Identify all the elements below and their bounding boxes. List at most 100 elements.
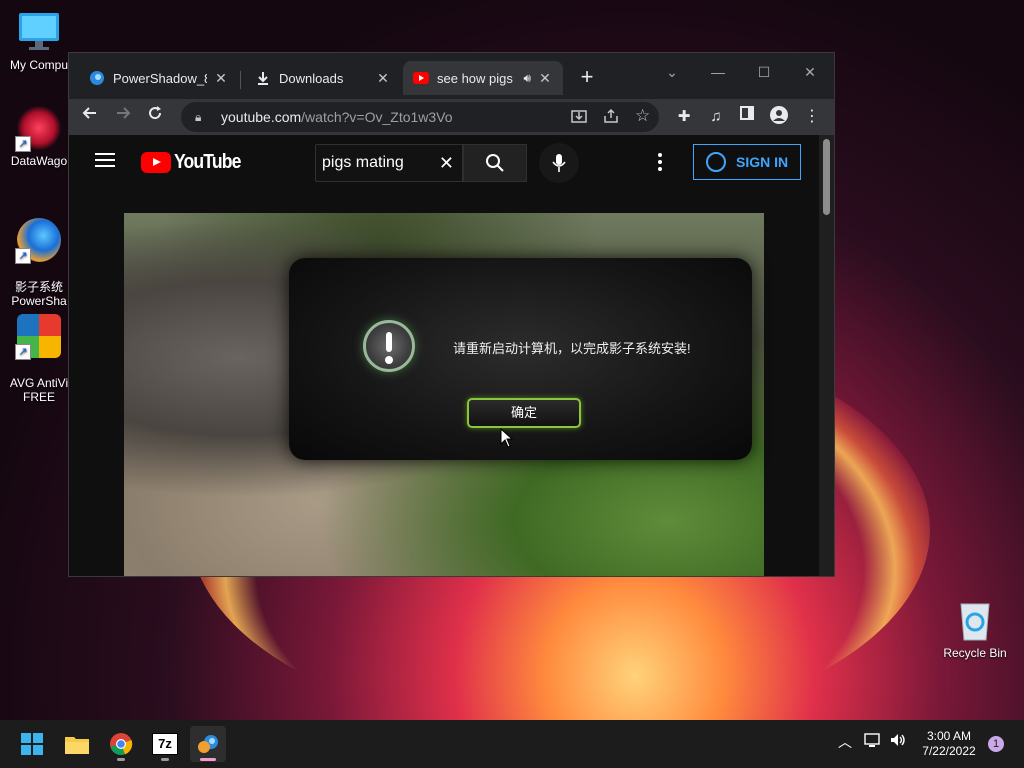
desktop-icon-label: My Compu <box>9 58 68 72</box>
page-scrollbar[interactable] <box>819 135 834 576</box>
shortcut-arrow-icon: ↗ <box>15 248 31 264</box>
youtube-icon <box>413 70 429 86</box>
search-input[interactable]: pigs mating ✕ <box>315 144 463 182</box>
restart-dialog: 请重新启动计算机，以完成影子系统安装! 确定 <box>289 258 752 460</box>
running-indicator <box>117 758 125 761</box>
maximize-button[interactable]: ☐ <box>749 59 779 85</box>
network-icon[interactable] <box>864 732 882 751</box>
desktop-icon-label: Recycle Bin <box>943 646 1007 660</box>
sign-in-label: SIGN IN <box>736 154 789 170</box>
chrome-icon <box>110 733 133 756</box>
speaker-icon[interactable]: 🔊︎ <box>523 71 531 86</box>
youtube-logo[interactable]: YouTube <box>141 151 250 174</box>
taskbar-chrome[interactable] <box>103 726 139 762</box>
shortcut-arrow-icon: ↗ <box>15 136 31 152</box>
share-icon[interactable] <box>603 108 619 127</box>
clear-search-icon[interactable]: ✕ <box>439 153 454 174</box>
settings-kebab-icon[interactable] <box>657 153 663 173</box>
clock-time: 3:00 AM <box>926 729 972 743</box>
clock-date: 7/22/2022 <box>922 744 976 758</box>
mouse-cursor-icon <box>500 428 514 448</box>
close-icon[interactable]: ✕ <box>537 70 553 87</box>
side-panel-icon[interactable] <box>734 105 760 129</box>
browser-toolbar: 🔒︎ youtube.com/watch?v=Ov_Zto1w3Vo ☆ ✚ ♫… <box>69 99 834 135</box>
search-input-value: pigs mating <box>322 154 404 171</box>
tab-youtube[interactable]: see how pigs 🔊︎ ✕ <box>403 61 563 95</box>
search-button[interactable] <box>463 144 527 182</box>
show-hidden-icons-chevron-icon[interactable]: ︿ <box>838 732 852 752</box>
forward-button[interactable] <box>110 105 136 129</box>
desktop-icon-label: DataWago <box>10 154 68 168</box>
notification-badge[interactable]: 1 <box>988 736 1004 752</box>
ok-button[interactable]: 确定 <box>467 398 581 428</box>
powershadow-icon <box>89 70 105 86</box>
desktop-icon-recycle-bin[interactable]: Recycle Bin <box>936 598 1014 660</box>
tab-downloads[interactable]: Downloads ✕ <box>245 61 401 95</box>
bookmark-star-icon[interactable]: ☆ <box>635 106 650 126</box>
media-control-icon[interactable]: ♫ <box>703 105 729 129</box>
lock-icon[interactable]: 🔒︎ <box>195 110 213 125</box>
search-icon <box>486 154 504 172</box>
hamburger-menu-icon[interactable] <box>95 153 115 167</box>
extensions-icon[interactable]: ✚ <box>671 105 697 129</box>
dialog-message: 请重新启动计算机，以完成影子系统安装! <box>453 341 691 356</box>
account-circle-icon <box>706 152 726 172</box>
recycle-bin-icon <box>953 598 997 642</box>
taskbar: 7z ︿ 3:00 AM 7/22/2022 1 <box>0 720 1024 768</box>
arrow-left-icon <box>82 107 96 119</box>
desktop-icon-datawagon[interactable]: ↗ DataWago <box>0 106 78 168</box>
microphone-icon <box>552 154 566 172</box>
youtube-header: YouTube pigs mating ✕ SIGN IN <box>69 135 819 191</box>
volume-icon[interactable] <box>889 732 907 751</box>
powershadow-icon <box>198 735 218 753</box>
taskbar-powershadow[interactable] <box>190 726 226 762</box>
7zip-icon: 7z <box>152 733 178 755</box>
new-tab-button[interactable]: + <box>575 65 599 89</box>
tab-label: Downloads <box>279 70 344 86</box>
tab-divider <box>240 71 241 89</box>
url-path: /watch?v=Ov_Zto1w3Vo <box>301 109 453 125</box>
exclamation-icon <box>363 320 415 372</box>
close-icon[interactable]: ✕ <box>213 70 229 87</box>
running-indicator <box>161 758 169 761</box>
start-button[interactable] <box>14 726 50 762</box>
close-window-button[interactable]: ✕ <box>795 59 825 85</box>
desktop-icon-my-computer[interactable]: My Compu <box>0 10 78 72</box>
url-host: youtube.com <box>221 109 302 125</box>
desktop-icon-avg[interactable]: ↗ AVG AntiVi FREE <box>0 300 78 404</box>
profile-icon[interactable] <box>766 105 792 129</box>
folder-icon <box>65 737 89 754</box>
sign-in-button[interactable]: SIGN IN <box>693 144 801 180</box>
desktop-icon-label: AVG AntiVi FREE <box>9 376 69 404</box>
tab-strip: PowerShadow_855 ✕ Downloads ✕ see how pi… <box>69 53 834 99</box>
taskbar-file-explorer[interactable] <box>59 726 95 762</box>
browser-menu-icon[interactable]: ⋮ <box>799 105 825 129</box>
running-indicator <box>200 758 216 761</box>
tab-powershadow[interactable]: PowerShadow_855 ✕ <box>79 61 239 95</box>
tab-search-icon[interactable]: ⌄ <box>657 59 687 85</box>
shortcut-arrow-icon: ↗ <box>15 344 31 360</box>
datawagon-icon: ↗ <box>15 106 61 152</box>
reload-button[interactable] <box>142 105 168 129</box>
tab-label: see how pigs <box>437 70 513 86</box>
monitor-icon <box>17 10 61 54</box>
arrow-right-icon <box>117 107 131 119</box>
youtube-wordmark: YouTube <box>174 151 241 173</box>
voice-search-button[interactable] <box>539 143 579 183</box>
windows-logo-icon <box>21 733 43 755</box>
back-button[interactable] <box>77 105 103 129</box>
system-clock[interactable]: 3:00 AM 7/22/2022 <box>914 729 984 759</box>
address-bar[interactable]: 🔒︎ youtube.com/watch?v=Ov_Zto1w3Vo ☆ <box>181 102 659 132</box>
taskbar-7zip[interactable]: 7z <box>147 726 183 762</box>
tab-label: PowerShadow_855 <box>113 70 207 86</box>
download-icon <box>255 70 271 86</box>
avg-icon: ↗ <box>15 314 61 360</box>
scrollbar-thumb[interactable] <box>823 139 830 215</box>
powershadow-icon: ↗ <box>15 218 61 264</box>
youtube-play-icon <box>141 152 171 173</box>
install-app-icon[interactable] <box>571 108 587 127</box>
reload-icon <box>149 106 162 120</box>
minimize-button[interactable]: — <box>703 59 733 85</box>
desktop-icon-powershadow[interactable]: ↗ 影子系统 PowerSha <box>0 204 78 308</box>
close-icon[interactable]: ✕ <box>375 70 391 87</box>
